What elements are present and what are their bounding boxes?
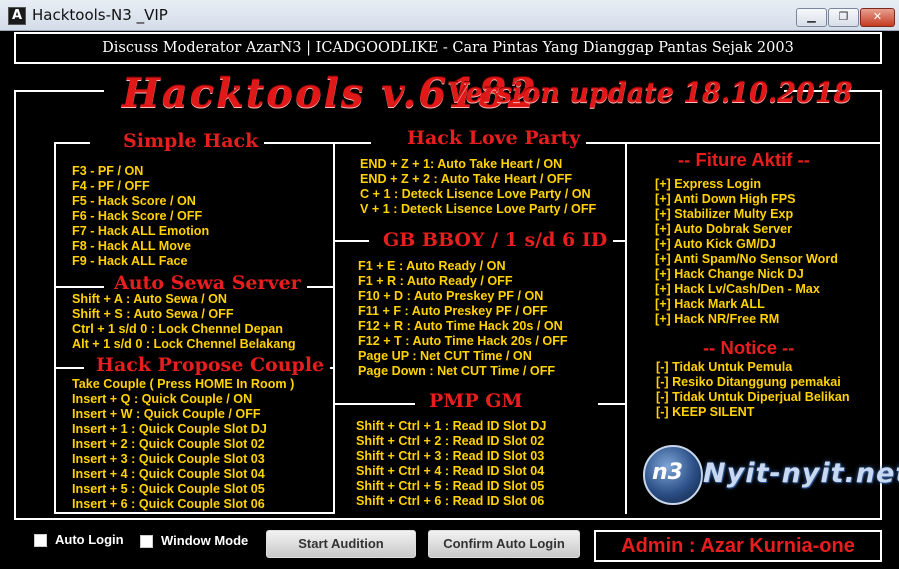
divider [54,142,56,513]
simple-hack-list: F3 - PF / ON F4 - PF / OFF F5 - Hack Sco… [72,164,209,269]
list-item: Ctrl + 1 s/d 0 : Lock Chennel Depan [72,322,283,336]
list-item: Insert + 4 : Quick Couple Slot 04 [72,467,265,481]
list-item: Insert + W : Quick Couple / OFF [72,407,261,421]
list-item: Shift + S : Auto Sewa / OFF [72,307,234,321]
list-item: F4 - PF / OFF [72,179,150,193]
list-item: [-] Tidak Untuk Pemula [656,360,793,374]
list-item: END + Z + 2 : Auto Take Heart / OFF [360,172,573,186]
list-item: F1 + E : Auto Ready / ON [358,259,506,273]
list-item: [+] Anti Down High FPS [655,192,796,206]
list-item: Shift + Ctrl + 4 : Read ID Slot 04 [356,464,545,478]
start-audition-button[interactable]: Start Audition [266,530,416,558]
notice-list: [-] Tidak Untuk Pemula [-] Resiko Ditang… [656,360,850,420]
title-bar[interactable]: A Hacktools-N3 _VIP ▁ ❐ ✕ [0,0,899,31]
divider [598,403,627,405]
hack-love-list: END + Z + 1: Auto Take Heart / ON END + … [360,157,596,217]
auto-login-checkbox[interactable] [34,534,47,547]
section-title-hack-propose: Hack Propose Couple [90,354,331,376]
list-item: F3 - PF / ON [72,164,144,178]
fiture-list: [+] Express Login [+] Anti Down High FPS… [655,177,838,327]
banner-text: Discuss Moderator AzarN3 | ICADGOODLIKE … [14,32,882,64]
divider [54,286,104,288]
section-title-gb-bboy: GB BBOY / 1 s/d 6 ID [377,229,614,251]
list-item: Shift + Ctrl + 2 : Read ID Slot 02 [356,434,545,448]
auto-login-label: Auto Login [55,532,124,547]
list-item: F12 + T : Auto Time Hack 20s / OFF [358,334,568,348]
pmp-gm-list: Shift + Ctrl + 1 : Read ID Slot DJ Shift… [356,419,546,509]
auto-sewa-list: Shift + A : Auto Sewa / ON Shift + S : A… [72,292,296,352]
list-item: Insert + 5 : Quick Couple Slot 05 [72,482,265,496]
list-item: [+] Anti Spam/No Sensor Word [655,252,838,266]
list-item: [+] Hack Change Nick DJ [655,267,804,281]
list-item: Insert + 3 : Quick Couple Slot 03 [72,452,265,466]
list-item: Insert + 1 : Quick Couple Slot DJ [72,422,267,436]
section-title-pmp-gm: PMP GM [423,390,529,412]
section-title-notice: -- Notice -- [703,337,795,358]
list-item: END + Z + 1: Auto Take Heart / ON [360,157,563,171]
list-item: Shift + Ctrl + 5 : Read ID Slot 05 [356,479,545,493]
section-title-auto-sewa: Auto Sewa Server [108,272,307,294]
list-item: Insert + 6 : Quick Couple Slot 06 [72,497,265,511]
list-item: [+] Auto Dobrak Server [655,222,793,236]
divider [625,142,880,144]
list-item: [-] KEEP SILENT [656,405,755,419]
list-item: F5 - Hack Score / ON [72,194,196,208]
window-title: Hacktools-N3 _VIP [32,6,168,24]
divider [54,512,335,514]
gb-bboy-list: F1 + E : Auto Ready / ON F1 + R : Auto R… [358,259,568,379]
list-item: F6 - Hack Score / OFF [72,209,203,223]
divider [625,142,627,514]
list-item: F8 - Hack ALL Move [72,239,191,253]
app-window: A Hacktools-N3 _VIP ▁ ❐ ✕ Discuss Modera… [0,0,899,569]
divider [333,142,335,514]
divider [54,142,90,144]
list-item: [+] Express Login [655,177,762,191]
app-icon: A [8,7,26,25]
list-item: Shift + Ctrl + 6 : Read ID Slot 06 [356,494,545,508]
logo-text: Nyit-nyit.net [703,458,899,489]
list-item: [+] Hack Lv/Cash/Den - Max [655,282,820,296]
version-label: Version update 18.10.2018 [447,78,853,109]
list-item: [+] Stabilizer Multy Exp [655,207,794,221]
divider [333,403,415,405]
list-item: Insert + Q : Quick Couple / ON [72,392,253,406]
list-item: Shift + Ctrl + 3 : Read ID Slot 03 [356,449,545,463]
list-item: [+] Hack NR/Free RM [655,312,780,326]
divider [333,240,369,242]
list-item: F10 + D : Auto Preskey PF / ON [358,289,544,303]
list-item: C + 1 : Deteck Lisence Love Party / ON [360,187,591,201]
list-item: [-] Tidak Untuk Diperjual Belikan [656,390,850,404]
list-item: Page UP : Net CUT Time / ON [358,349,532,363]
confirm-auto-login-button[interactable]: Confirm Auto Login [428,530,580,558]
list-item: F1 + R : Auto Ready / OFF [358,274,513,288]
list-item: Alt + 1 s/d 0 : Lock Chennel Belakang [72,337,296,351]
minimize-button[interactable]: ▁ [796,8,827,27]
list-item: Insert + 2 : Quick Couple Slot 02 [72,437,265,451]
list-item: Take Couple ( Press HOME In Room ) [72,377,295,391]
divider [255,142,335,144]
list-item: Shift + A : Auto Sewa / ON [72,292,227,306]
divider [54,367,84,369]
divider [333,142,371,144]
list-item: [+] Hack Mark ALL [655,297,765,311]
close-button[interactable]: ✕ [860,8,895,27]
list-item: F11 + F : Auto Preskey PF / OFF [358,304,548,318]
logo-mark: n3 [652,460,683,485]
list-item: V + 1 : Deteck Lisence Love Party / OFF [360,202,597,216]
section-title-fiture-aktif: -- Fiture Aktif -- [678,149,810,170]
list-item: F9 - Hack ALL Face [72,254,188,268]
admin-label: Admin : Azar Kurnia-one [594,530,882,562]
window-mode-label: Window Mode [161,533,249,548]
list-item: Page Down : Net CUT Time / OFF [358,364,556,378]
list-item: [-] Resiko Ditanggung pemakai [656,375,841,389]
list-item: Shift + Ctrl + 1 : Read ID Slot DJ [356,419,547,433]
section-title-hack-love: Hack Love Party [401,127,587,149]
list-item: F7 - Hack ALL Emotion [72,224,210,238]
hack-propose-list: Take Couple ( Press HOME In Room ) Inser… [72,377,294,512]
list-item: F12 + R : Auto Time Hack 20s / ON [358,319,563,333]
maximize-button[interactable]: ❐ [828,8,859,27]
list-item: [+] Auto Kick GM/DJ [655,237,776,251]
window-mode-checkbox[interactable] [140,535,153,548]
section-title-simple-hack: Simple Hack [117,130,265,152]
